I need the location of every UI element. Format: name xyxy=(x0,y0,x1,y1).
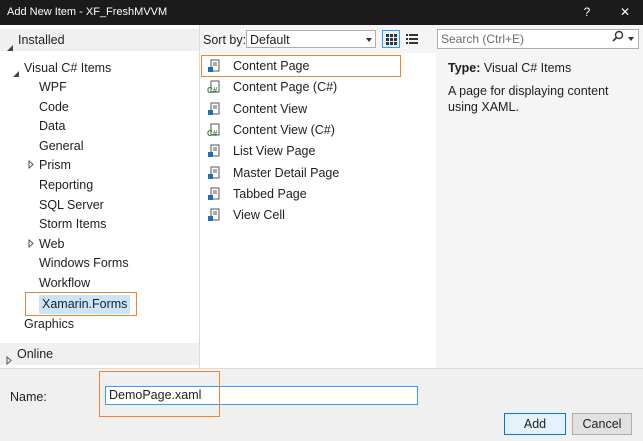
sort-toolbar: Sort by: Default Search (Ctrl+E) xyxy=(200,25,643,53)
category-tree: Installed Visual C# Items WPF Code Data Gen… xyxy=(0,25,200,368)
tree-node-online[interactable]: Online xyxy=(0,343,199,366)
graphics-label: Graphics xyxy=(24,317,75,331)
template-item-label: View Cell xyxy=(233,208,285,222)
tree-item-label: Workflow xyxy=(39,276,91,290)
template-description: A page for displaying content using XAML… xyxy=(448,84,609,114)
xaml-page-icon xyxy=(207,144,221,158)
close-button[interactable]: ✕ xyxy=(611,2,639,23)
template-item-label: Master Detail Page xyxy=(233,166,340,180)
title-bar: Add New Item - XF_FreshMVVM ? ✕ xyxy=(0,0,643,25)
template-item-label: Tabbed Page xyxy=(233,187,307,201)
add-button[interactable]: Add xyxy=(504,413,566,435)
add-new-item-dialog: Add New Item - XF_FreshMVVM ? ✕ Installe… xyxy=(0,0,643,441)
chevron-down-icon xyxy=(366,38,372,42)
template-item-label: List View Page xyxy=(233,144,316,158)
template-item-view-cell[interactable]: View Cell xyxy=(200,205,400,225)
csharp-page-icon: C# xyxy=(207,123,221,138)
visual-csharp-items-label: Visual C# Items xyxy=(24,61,112,75)
expand-arrow-icon[interactable] xyxy=(28,235,34,254)
tree-item-label: Prism xyxy=(39,158,71,172)
collapse-arrow-icon[interactable] xyxy=(12,65,20,84)
template-item-label: Content Page xyxy=(233,59,310,73)
template-item-list-view-page[interactable]: List View Page xyxy=(200,141,400,161)
template-item-label: Content Page (C#) xyxy=(233,80,338,94)
name-field[interactable]: DemoPage.xaml xyxy=(105,386,418,405)
type-value: Visual C# Items xyxy=(483,61,572,75)
type-line: Type: Visual C# Items xyxy=(448,61,571,75)
svg-text:C#: C# xyxy=(207,129,218,137)
details-pane: Type: Visual C# Items A page for display… xyxy=(437,53,643,368)
template-item-label: Content View xyxy=(233,102,308,116)
xaml-page-icon xyxy=(207,166,221,180)
list-view-button[interactable] xyxy=(403,30,421,48)
csharp-page-icon: C# xyxy=(207,80,221,95)
template-item-tabbed-page[interactable]: Tabbed Page xyxy=(200,184,400,204)
tree-item-label: Code xyxy=(39,100,69,114)
tree-item-label: WPF xyxy=(39,80,67,94)
template-item-label: Content View (C#) xyxy=(233,123,335,137)
search-input[interactable]: Search (Ctrl+E) xyxy=(437,29,639,49)
template-item-content-page-c[interactable]: C# Content Page (C#) xyxy=(200,77,400,97)
template-item-content-page[interactable]: Content Page xyxy=(200,56,400,76)
sort-by-dropdown[interactable]: Default xyxy=(246,30,376,48)
search-icon[interactable] xyxy=(612,30,624,49)
tree-item-label: Windows Forms xyxy=(39,256,129,270)
help-button[interactable]: ? xyxy=(573,2,601,23)
cancel-button[interactable]: Cancel xyxy=(572,413,632,435)
tree-item-label: Storm Items xyxy=(39,217,107,231)
chevron-down-icon[interactable] xyxy=(628,37,634,41)
tree-item-label: SQL Server xyxy=(39,198,104,212)
installed-label: Installed xyxy=(18,33,65,47)
name-label: Name: xyxy=(10,390,47,404)
sort-by-value: Default xyxy=(250,33,290,47)
xaml-page-icon xyxy=(207,102,221,116)
search-placeholder: Search (Ctrl+E) xyxy=(441,32,525,46)
expand-arrow-icon[interactable] xyxy=(28,156,34,175)
tree-item-label: Web xyxy=(39,237,65,251)
online-label: Online xyxy=(17,347,54,361)
bottom-panel: Name: DemoPage.xaml Add Cancel xyxy=(0,368,643,441)
tree-item-label: General xyxy=(39,139,84,153)
tree-item-label: Data xyxy=(39,119,66,133)
xaml-page-icon xyxy=(207,187,221,201)
grid-view-icon xyxy=(386,34,397,45)
list-view-icon xyxy=(406,34,418,44)
template-item-content-view-c[interactable]: C# Content View (C#) xyxy=(200,120,400,140)
collapse-arrow-icon[interactable] xyxy=(6,37,14,59)
template-item-master-detail-page[interactable]: Master Detail Page xyxy=(200,163,400,183)
svg-text:C#: C# xyxy=(207,86,218,94)
xaml-page-icon xyxy=(207,208,221,222)
tree-node-graphics[interactable]: Graphics xyxy=(24,315,74,334)
template-item-content-view[interactable]: Content View xyxy=(200,99,400,119)
tree-node-installed[interactable]: Installed xyxy=(0,29,199,51)
tree-item-label: Xamarin.Forms xyxy=(39,295,131,314)
window-title: Add New Item - XF_FreshMVVM xyxy=(7,6,168,18)
sort-by-label: Sort by: xyxy=(203,33,247,47)
type-label: Type: xyxy=(448,61,481,75)
grid-view-button[interactable] xyxy=(382,30,400,48)
xaml-page-icon xyxy=(207,59,221,73)
tree-node-visual-csharp-items[interactable]: Visual C# Items xyxy=(0,59,199,78)
tree-item-label: Reporting xyxy=(39,178,94,192)
